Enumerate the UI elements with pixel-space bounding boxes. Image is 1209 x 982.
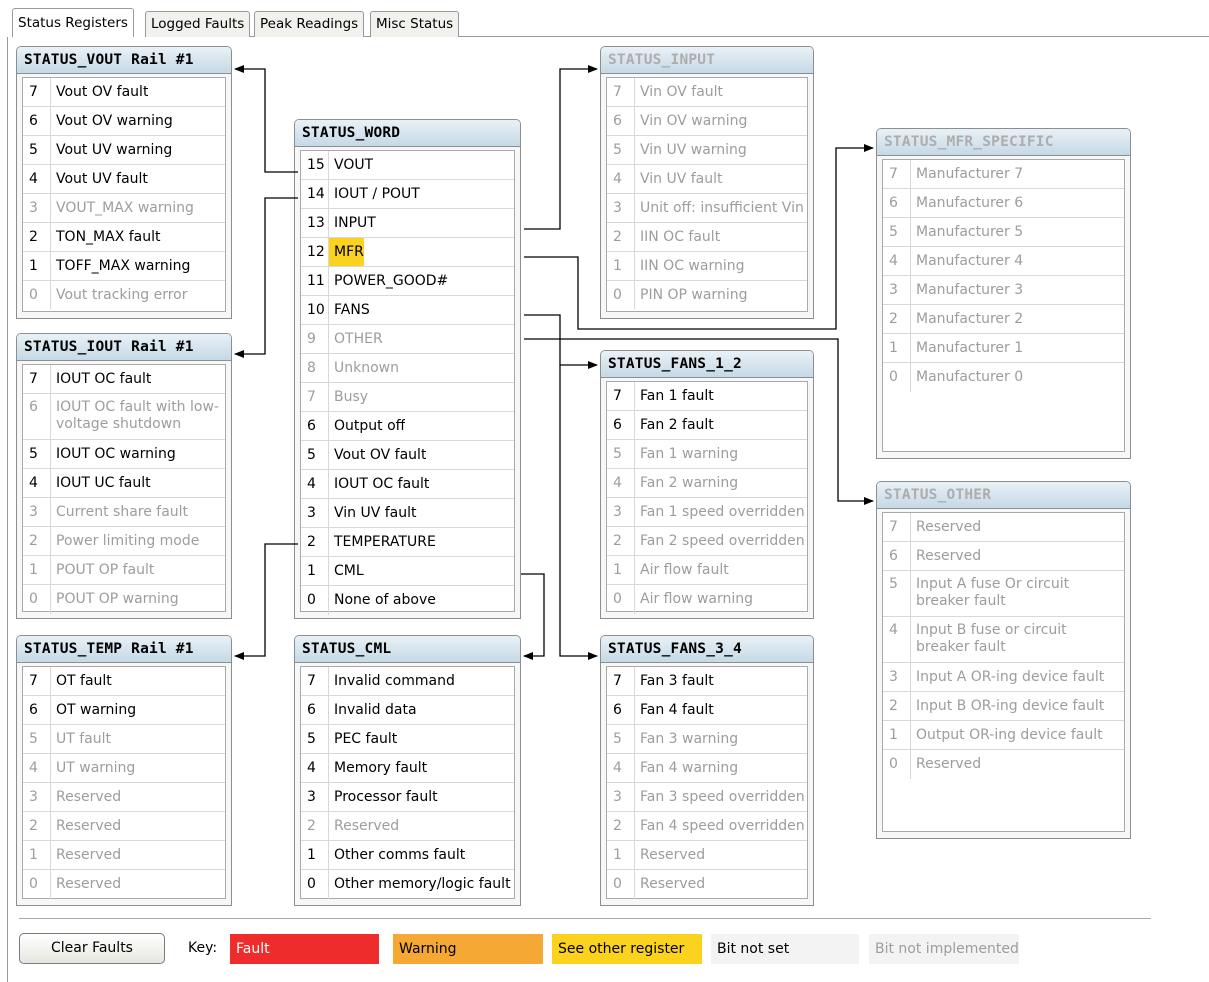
key-fault: Fault [230, 934, 379, 964]
wire-temp [234, 543, 298, 660]
wire-vout [234, 65, 298, 173]
wire-iout [234, 197, 298, 358]
wire-mfr [524, 144, 874, 330]
connector-lines [234, 65, 874, 660]
wire-cml [521, 573, 545, 660]
key-warning: Warning [393, 934, 543, 964]
footer-divider [19, 918, 1151, 919]
key-bit-not-set: Bit not set [711, 934, 859, 964]
clear-faults-button[interactable]: Clear Faults [19, 933, 165, 964]
wire-other [524, 338, 874, 505]
wire-input [524, 65, 598, 230]
wire-fans34 [559, 365, 598, 660]
key-label: Key: [188, 940, 218, 956]
wire-fans12 [524, 314, 598, 369]
key-bit-not-implemented: Bit not implemented [869, 934, 1019, 964]
key-see-other-register: See other register [552, 934, 702, 964]
